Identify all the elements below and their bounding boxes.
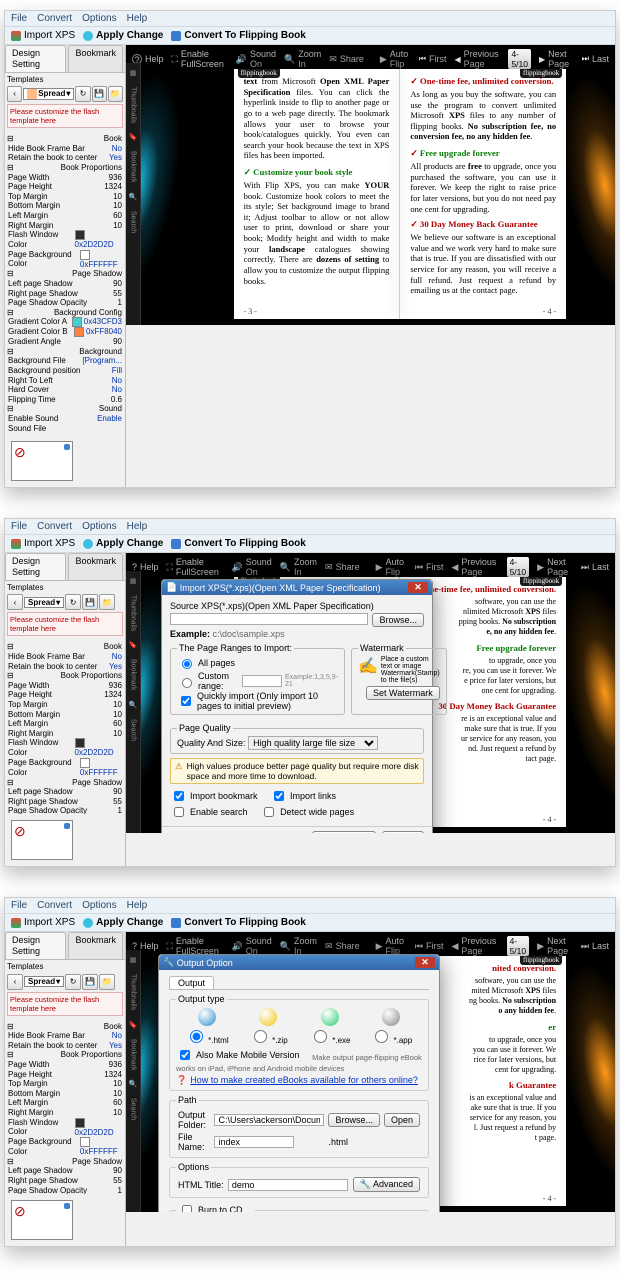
main-toolbar: Import XPS Apply Change Convert To Flipp… bbox=[5, 26, 615, 45]
page-indicator[interactable]: 4-5/10 bbox=[508, 49, 531, 69]
set-watermark-button[interactable]: Set Watermark bbox=[366, 686, 440, 700]
source-path-input[interactable] bbox=[170, 613, 368, 625]
convert-button[interactable]: Convert To Flipping Book bbox=[171, 30, 305, 41]
help-icon: ❓ bbox=[176, 1075, 187, 1086]
import-xps-button[interactable]: Import XPS bbox=[11, 30, 75, 41]
properties-tree[interactable]: ⊟Book Hide Book Frame BarNo Retain the b… bbox=[5, 132, 125, 435]
enable-search-checkbox[interactable]: Enable search bbox=[170, 804, 248, 820]
convert-button[interactable]: Convert To Flipping Book bbox=[171, 538, 305, 549]
design-sidebar: Design Setting Bookmark Templates ‹ Spre… bbox=[5, 45, 126, 487]
tab-bookmark[interactable]: Bookmark bbox=[68, 45, 123, 72]
advanced-button[interactable]: 🔧 Advanced bbox=[353, 1177, 420, 1192]
prev-page-button[interactable]: ◀Previous Page bbox=[454, 49, 500, 69]
fullscreen-button[interactable]: ⛶ Enable FullScreen bbox=[172, 49, 228, 69]
convert-icon bbox=[171, 31, 181, 41]
template-save-button[interactable]: 💾 bbox=[92, 86, 107, 102]
first-page-button[interactable]: ⏮First bbox=[419, 54, 447, 64]
screenshot-1: File Convert Options Help Import XPS App… bbox=[4, 10, 616, 488]
output-zip-radio[interactable]: *.zip bbox=[246, 1008, 290, 1045]
import-xps-button[interactable]: Import XPS bbox=[11, 538, 75, 549]
tab-design-setting[interactable]: Design Setting bbox=[5, 45, 66, 72]
apply-change-button[interactable]: Apply Change bbox=[83, 538, 163, 549]
filename-input[interactable] bbox=[214, 1136, 294, 1148]
all-pages-radio[interactable]: All pages bbox=[177, 656, 235, 669]
open-button[interactable]: Open bbox=[384, 1113, 420, 1127]
zoom-button[interactable]: 🔍 Zoom In bbox=[284, 49, 321, 69]
next-page-button[interactable]: ▶Next Page bbox=[539, 49, 574, 69]
menubar: File Convert Options Help bbox=[5, 11, 615, 26]
sound-button[interactable]: 🔊 Sound On bbox=[236, 49, 276, 69]
heading-moneyback: 30 Day Money Back Guarantee bbox=[410, 219, 556, 230]
flippingbook-badge: flippingbook bbox=[520, 69, 562, 78]
template-select[interactable]: Spread▾ bbox=[23, 88, 74, 100]
cancel-button[interactable]: Cancel bbox=[382, 831, 424, 833]
browse-button[interactable]: Browse... bbox=[372, 613, 424, 627]
menu-convert[interactable]: Convert bbox=[37, 13, 72, 24]
quickly-import-checkbox[interactable]: Quickly import (Only import 10 pages to … bbox=[177, 691, 328, 711]
output-icon: 🔧 bbox=[163, 957, 174, 968]
flipbook[interactable]: flippingbook text from Microsoft Open XM… bbox=[234, 69, 567, 319]
close-button[interactable]: ✕ bbox=[408, 582, 428, 593]
menu-options[interactable]: Options bbox=[82, 13, 116, 24]
thumbnails-tab-icon[interactable]: ▦ bbox=[130, 69, 137, 77]
screenshot-3: FileConvertOptionsHelp Import XPS Apply … bbox=[4, 897, 616, 1246]
output-html-radio[interactable]: *.html bbox=[185, 1008, 229, 1045]
heading-customize: Customize your book style bbox=[244, 167, 390, 178]
template-load-button[interactable]: 📁 bbox=[108, 86, 123, 102]
import-now-button[interactable]: Import Now bbox=[312, 831, 376, 833]
output-option-dialog: 🔧 Output Option✕ Output Output type *.ht… bbox=[158, 954, 440, 1212]
howto-link[interactable]: How to make created eBooks available for… bbox=[190, 1075, 418, 1086]
apply-change-button[interactable]: Apply Change bbox=[83, 30, 163, 41]
import-xps-dialog: 📄 Import XPS(*.xps)(Open XML Paper Speci… bbox=[161, 579, 433, 833]
document-icon: 📄 bbox=[166, 582, 177, 593]
flippingbook-badge: flippingbook bbox=[238, 69, 280, 78]
customize-hint: Please customize the flash template here bbox=[7, 104, 123, 128]
html-title-input[interactable] bbox=[228, 1179, 348, 1191]
autoflip-button[interactable]: ▶ Auto Flip bbox=[380, 49, 411, 69]
last-page-button[interactable]: ⏭Last bbox=[582, 54, 609, 64]
import-links-checkbox[interactable]: Import links bbox=[270, 788, 336, 804]
menu-file[interactable]: File bbox=[11, 13, 27, 24]
search-tab-icon[interactable]: 🔍 bbox=[129, 193, 138, 201]
bookmark-tab-icon[interactable]: 🔖 bbox=[129, 133, 138, 141]
detect-wide-checkbox[interactable]: Detect wide pages bbox=[260, 804, 354, 820]
output-app-radio[interactable]: *.app bbox=[369, 1008, 413, 1045]
custom-range-radio[interactable]: Custom range: bbox=[177, 671, 229, 691]
book-stage: ?Help ⛶ Enable FullScreen 🔊 Sound On 🔍 Z… bbox=[126, 45, 615, 325]
template-refresh-button[interactable]: ↻ bbox=[75, 86, 90, 102]
quality-select[interactable]: High quality large file size bbox=[248, 736, 378, 750]
share-button[interactable]: ✉ Share bbox=[329, 54, 364, 65]
close-button[interactable]: ✕ bbox=[415, 957, 435, 968]
import-bookmark-checkbox[interactable]: Import bookmark bbox=[170, 788, 258, 804]
heading-freeupgrade: Free upgrade forever bbox=[410, 148, 556, 159]
menu-help[interactable]: Help bbox=[127, 13, 148, 24]
preview-thumbnail bbox=[11, 441, 73, 481]
custom-range-input[interactable] bbox=[242, 675, 282, 687]
output-tab[interactable]: Output bbox=[169, 976, 214, 989]
import-icon bbox=[11, 31, 21, 41]
templates-label: Templates bbox=[7, 75, 123, 85]
screenshot-2: FileConvertOptionsHelp Import XPS Apply … bbox=[4, 518, 616, 867]
refresh-icon bbox=[83, 31, 93, 41]
watermark-icon: ✍ bbox=[358, 656, 378, 684]
mobile-version-checkbox[interactable]: Also Make Mobile Version bbox=[176, 1047, 300, 1063]
quality-warning: High values produce better page quality … bbox=[170, 758, 424, 784]
template-prev-button[interactable]: ‹ bbox=[7, 86, 22, 102]
output-exe-radio[interactable]: *.exe bbox=[308, 1008, 352, 1045]
output-folder-input[interactable] bbox=[214, 1114, 324, 1126]
browse-button[interactable]: Browse... bbox=[328, 1113, 380, 1127]
burn-cd-checkbox[interactable]: Burn to CD bbox=[178, 1202, 243, 1212]
